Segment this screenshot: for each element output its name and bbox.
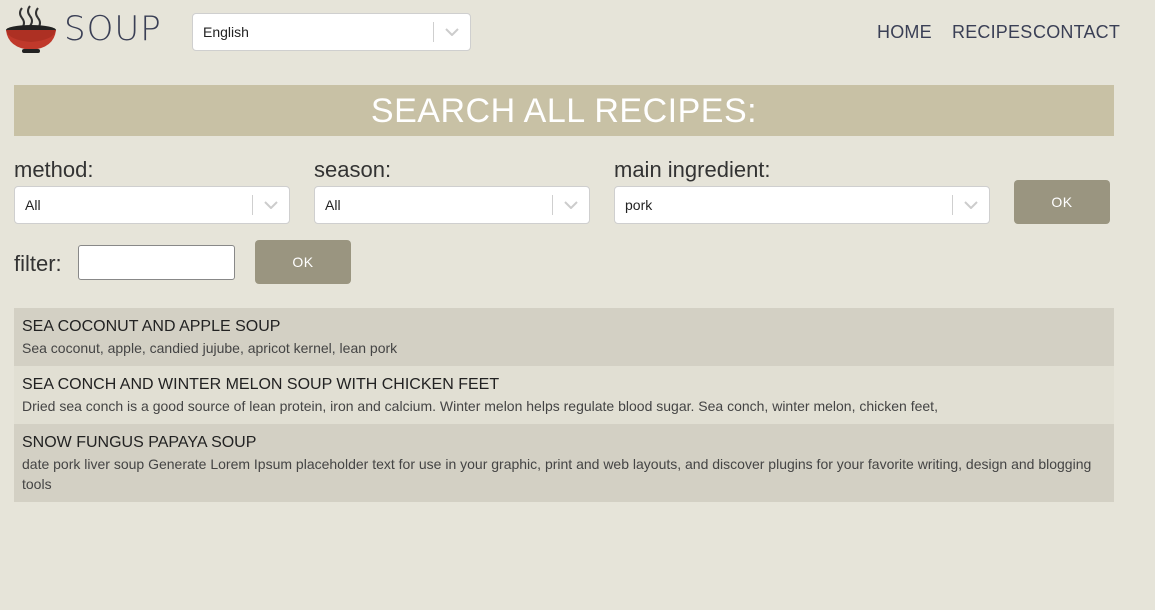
result-title[interactable]: SEA COCONUT AND APPLE SOUP (22, 317, 1106, 337)
season-select[interactable]: All (314, 186, 590, 224)
nav-recipes[interactable]: RECIPES (952, 22, 1032, 43)
result-description: Sea coconut, apple, candied jujube, apri… (22, 340, 398, 356)
result-description: Dried sea conch is a good source of lean… (22, 398, 938, 414)
list-item[interactable]: SNOW FUNGUS PAPAYA SOUP date pork liver … (14, 424, 1114, 502)
nav-contact[interactable]: CONTACT (1033, 22, 1120, 43)
result-title[interactable]: SNOW FUNGUS PAPAYA SOUP (22, 433, 1106, 453)
soup-bowl-icon (6, 5, 56, 53)
chevron-down-icon[interactable] (434, 14, 470, 50)
chevron-down-icon[interactable] (253, 187, 289, 223)
list-item[interactable]: SEA CONCH AND WINTER MELON SOUP WITH CHI… (14, 366, 1114, 424)
season-label: season: (314, 157, 392, 182)
filter-input[interactable] (78, 245, 235, 280)
result-description: date pork liver soup Generate Lorem Ipsu… (22, 456, 1092, 492)
results-list: SEA COCONUT AND APPLE SOUP Sea coconut, … (14, 308, 1114, 502)
method-select-value: All (25, 197, 41, 213)
language-select-value: English (203, 24, 249, 40)
filter-ok-button[interactable]: OK (255, 240, 351, 284)
logo-text: SOUP (64, 9, 162, 49)
header: SOUP English HOME RECIPES CONTACT (0, 0, 1155, 70)
nav-home[interactable]: HOME (877, 22, 932, 43)
main-ingredient-select-value: pork (625, 197, 653, 213)
filter-label: filter: (14, 251, 62, 276)
chevron-down-icon[interactable] (953, 187, 989, 223)
method-select[interactable]: All (14, 186, 290, 224)
language-select[interactable]: English (192, 13, 471, 51)
method-label: method: (14, 157, 94, 182)
search-banner: SEARCH ALL RECIPES: (14, 85, 1114, 136)
chevron-down-icon[interactable] (553, 187, 589, 223)
logo[interactable]: SOUP (4, 4, 162, 54)
search-ok-button[interactable]: OK (1014, 180, 1110, 224)
list-item[interactable]: SEA COCONUT AND APPLE SOUP Sea coconut, … (14, 308, 1114, 366)
main-ingredient-select[interactable]: pork (614, 186, 990, 224)
main-ingredient-label: main ingredient: (614, 157, 771, 182)
result-title[interactable]: SEA CONCH AND WINTER MELON SOUP WITH CHI… (22, 375, 1106, 395)
season-select-value: All (325, 197, 341, 213)
